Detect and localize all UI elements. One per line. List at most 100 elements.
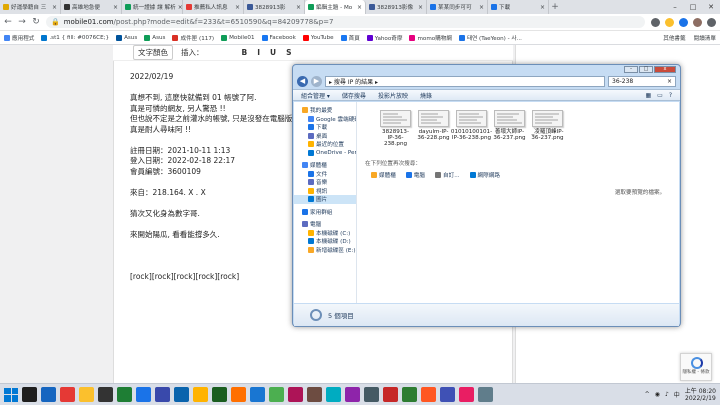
bookmark-folder[interactable]: 其他書籤	[663, 34, 685, 42]
close-icon[interactable]: ×	[113, 4, 118, 11]
maximize-button[interactable]: □	[639, 66, 653, 73]
explorer-search-input[interactable]: 36-238 ×	[608, 75, 676, 87]
browser-tab[interactable]: 下載 ×	[488, 0, 549, 14]
explorer-command[interactable]: 投影片放映	[378, 91, 408, 100]
close-icon[interactable]: ×	[52, 4, 57, 11]
nav-item[interactable]: 最近的位置	[294, 140, 356, 149]
view-options-icon[interactable]: ▦	[645, 92, 651, 99]
file-item[interactable]: _凌羅頂峰IP-36-237.png	[531, 110, 564, 148]
browser-tab[interactable]: 推薦私人訊息 ×	[183, 0, 244, 14]
close-icon[interactable]: ×	[667, 78, 672, 85]
taskbar-app-icon[interactable]	[383, 387, 398, 402]
reload-icon[interactable]: ↻	[32, 17, 40, 27]
format-tool-button[interactable]: B	[242, 48, 248, 57]
taskbar-app-icon[interactable]	[326, 387, 341, 402]
bookmark-item[interactable]: 태연 (TaeYeon) - 사...	[458, 34, 522, 42]
nav-item[interactable]: 新增磁碟區 (E:)	[294, 246, 356, 255]
nav-item[interactable]: 桌面	[294, 132, 356, 141]
nav-section[interactable]: 電腦	[294, 220, 356, 229]
back-icon[interactable]: ←	[4, 17, 12, 27]
browser-tab[interactable]: 高雄地急便 ×	[61, 0, 122, 14]
taskbar-app-icon[interactable]	[212, 387, 227, 402]
search-again-link[interactable]: 自訂...	[435, 171, 460, 179]
taskbar-app-icon[interactable]	[22, 387, 37, 402]
taskbar-app-icon[interactable]	[307, 387, 322, 402]
nav-item[interactable]: 文件	[294, 170, 356, 179]
bookmark-item[interactable]: Asus	[144, 34, 165, 41]
nav-item[interactable]: 下載	[294, 123, 356, 132]
bookmark-item[interactable]: .st1 { fill: #0076CE;}	[41, 34, 109, 41]
taskbar-app-icon[interactable]	[478, 387, 493, 402]
bookmark-item[interactable]: YouTube	[302, 34, 334, 41]
taskbar-app-icon[interactable]	[440, 387, 455, 402]
nav-item[interactable]: 本機磁碟 (C:)	[294, 229, 356, 238]
explorer-command[interactable]: 組合管理 ▾	[301, 91, 330, 100]
file-item[interactable]: 3828913-IP-36-238.png	[379, 110, 412, 148]
maximize-button[interactable]: □	[684, 0, 702, 14]
close-icon[interactable]: ×	[178, 4, 182, 11]
taskbar-app-icon[interactable]	[174, 387, 189, 402]
preview-pane-icon[interactable]: ▭	[657, 92, 663, 99]
bookmark-item[interactable]: 應用程式	[4, 34, 34, 42]
nav-item[interactable]: OneDrive - Persor	[294, 149, 356, 158]
bookmark-folder[interactable]: 閱讀清單	[694, 34, 716, 42]
close-icon[interactable]: ×	[357, 4, 362, 11]
back-icon[interactable]: ◀	[297, 75, 308, 87]
taskbar-app-icon[interactable]	[60, 387, 75, 402]
taskbar-app-icon[interactable]	[288, 387, 303, 402]
zoom-icon[interactable]	[651, 17, 660, 27]
nav-item[interactable]: Google 雲端硬碟	[294, 115, 356, 124]
search-again-link[interactable]: 網際網路	[469, 171, 500, 179]
taskbar-app-icon[interactable]	[193, 387, 208, 402]
bookmark-item[interactable]: Mobile01	[221, 34, 255, 41]
nav-section[interactable]: 媒體櫃	[294, 161, 356, 170]
format-tool-button[interactable]: U	[270, 48, 276, 57]
nav-item[interactable]: 音樂	[294, 178, 356, 187]
taskbar-app-icon[interactable]	[421, 387, 436, 402]
taskbar-app-icon[interactable]	[402, 387, 417, 402]
taskbar-app-icon[interactable]	[231, 387, 246, 402]
format-tool-button[interactable]: I	[257, 48, 260, 57]
help-icon[interactable]: ?	[669, 92, 672, 99]
bookmark-item[interactable]: 首頁	[340, 34, 360, 42]
bookmark-item[interactable]: Facebook	[261, 34, 296, 41]
nav-section[interactable]: 我的最愛	[294, 106, 356, 115]
bookmark-item[interactable]: Asus	[116, 34, 137, 41]
browser-tab[interactable]: 某某同步可可 ×	[427, 0, 488, 14]
clock[interactable]: 上午 08:20 2022/2/19	[685, 388, 716, 402]
minimize-button[interactable]: -	[624, 66, 638, 73]
star-icon[interactable]	[665, 17, 674, 27]
new-tab-button[interactable]: +	[549, 0, 561, 14]
explorer-command[interactable]: 儲存搜尋	[342, 91, 366, 100]
network-icon[interactable]: ◉	[655, 391, 660, 398]
taskbar-app-icon[interactable]	[459, 387, 474, 402]
file-item[interactable]: 善壞大師IP-36-237.png	[493, 110, 526, 148]
volume-icon[interactable]: ♪	[665, 391, 669, 398]
close-icon[interactable]: ×	[479, 4, 484, 11]
format-tool-button[interactable]: S	[286, 48, 291, 57]
browser-tab[interactable]: 編輯主題 - Mo ×	[305, 0, 366, 14]
taskbar-app-icon[interactable]	[345, 387, 360, 402]
windows-start-icon[interactable]	[4, 387, 18, 402]
close-icon[interactable]: ×	[296, 4, 301, 11]
chevron-up-icon[interactable]: ^	[645, 391, 650, 398]
taskbar-app-icon[interactable]	[155, 387, 170, 402]
close-icon[interactable]: ×	[540, 4, 545, 11]
minimize-button[interactable]: –	[666, 0, 684, 14]
explorer-command[interactable]: 燒錄	[420, 91, 432, 100]
keyboard-icon[interactable]: 中	[674, 390, 680, 399]
browser-tab[interactable]: 3828913影像 ×	[366, 0, 427, 14]
taskbar-app-icon[interactable]	[269, 387, 284, 402]
close-button[interactable]: ✕	[702, 0, 720, 14]
extension-icon[interactable]	[679, 17, 688, 27]
bookmark-item[interactable]: momo購物網	[409, 34, 452, 42]
forward-icon[interactable]: ▶	[311, 75, 322, 87]
file-item[interactable]: 01010100101-IP-36-238.png	[451, 110, 492, 148]
nav-item[interactable]: 本機磁碟 (D:)	[294, 237, 356, 246]
search-again-link[interactable]: 電腦	[405, 171, 425, 179]
taskbar-app-icon[interactable]	[250, 387, 265, 402]
taskbar-app-icon[interactable]	[117, 387, 132, 402]
close-icon[interactable]: ×	[418, 4, 423, 11]
nav-item[interactable]: 視訊	[294, 187, 356, 196]
taskbar-app-icon[interactable]	[41, 387, 56, 402]
